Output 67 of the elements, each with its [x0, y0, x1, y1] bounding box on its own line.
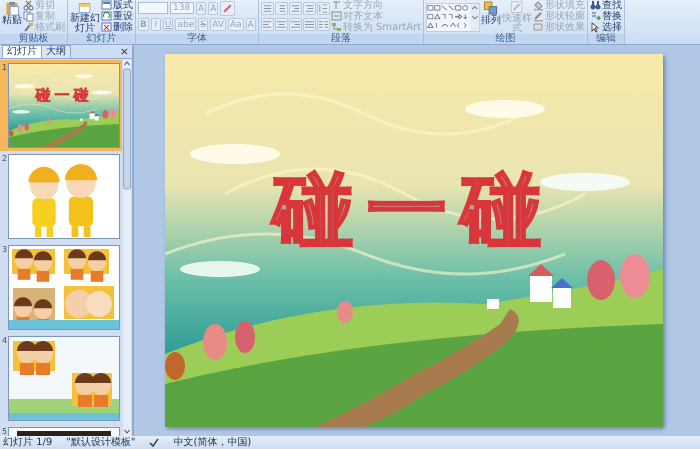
scrollbar[interactable]: [123, 59, 131, 436]
slide-number: 4: [2, 336, 8, 346]
slide-number: 1: [2, 63, 8, 73]
panel-tab[interactable]: 幻灯片: [2, 45, 42, 58]
scissors-icon: [23, 0, 34, 11]
shape-gallery[interactable]: [426, 1, 480, 34]
new-slide-icon: [77, 1, 93, 14]
layout-icon: [101, 0, 112, 11]
slide-thumbnail-row[interactable]: 2: [0, 151, 122, 242]
slide-thumbnail-row[interactable]: 5: [0, 424, 122, 436]
brush-icon: [23, 22, 34, 33]
group-label: 幻灯片: [68, 34, 135, 44]
bullet-list-icon[interactable]: [260, 2, 274, 15]
slide-thumbnail-row[interactable]: 3: [0, 242, 122, 333]
slide-number: 3: [2, 245, 8, 255]
ribbon-button[interactable]: 排列: [481, 0, 502, 34]
clear-format-icon[interactable]: [220, 0, 236, 16]
ribbon-button[interactable]: 版式: [101, 0, 133, 11]
close-button[interactable]: ×: [116, 46, 132, 58]
align-right-icon[interactable]: [288, 18, 302, 31]
group-label: 编辑: [588, 34, 624, 44]
align-text-icon: [330, 11, 342, 22]
delete-icon: [101, 22, 112, 33]
check-icon[interactable]: [149, 438, 160, 447]
ribbon-button[interactable]: 粘贴: [2, 0, 22, 34]
justify-icon[interactable]: [302, 18, 316, 31]
group-label: 绘图: [424, 34, 588, 44]
ribbon-button[interactable]: 删除: [101, 22, 133, 33]
theme-name: "默认设计模板": [66, 436, 136, 449]
replace-icon: [590, 11, 602, 22]
cursor-icon: [590, 22, 602, 33]
copy-icon: [23, 11, 34, 22]
group-label: 段落: [258, 34, 424, 44]
ribbon-button[interactable]: 新建幻灯片: [70, 0, 100, 34]
slide-thumbnail-row[interactable]: 1 碰一碰: [0, 60, 122, 151]
arrange-icon: [483, 1, 500, 16]
clipboard-icon: [4, 1, 20, 16]
font-name-field[interactable]: [138, 2, 168, 14]
pen-icon: [533, 11, 544, 22]
language-label[interactable]: 中文(简体，中国): [173, 436, 252, 449]
reset-icon: [101, 11, 112, 22]
paint-bucket-icon: [533, 0, 544, 11]
outdent-icon[interactable]: [288, 2, 302, 15]
line-spacing-icon[interactable]: [316, 2, 330, 15]
ribbon-button[interactable]: 替换: [590, 11, 622, 22]
slide-number: 5: [2, 427, 8, 436]
ribbon-button[interactable]: 选择: [590, 22, 622, 33]
binoculars-icon: [590, 0, 602, 11]
slide-counter: 幻灯片 1/9: [3, 436, 52, 449]
smartart-icon: [330, 22, 342, 33]
slide-thumbnail[interactable]: 碰一碰: [8, 63, 120, 148]
columns-icon[interactable]: [316, 18, 330, 31]
numbered-list-icon[interactable]: [274, 2, 288, 15]
text-direction-icon: [330, 0, 342, 11]
align-center-icon[interactable]: [274, 18, 288, 31]
slide-thumbnail-row[interactable]: 4: [0, 333, 122, 424]
shape-effects-icon: [533, 22, 544, 33]
quick-styles-icon: [509, 1, 526, 14]
indent-icon[interactable]: [302, 2, 316, 15]
align-left-icon[interactable]: [260, 18, 274, 31]
ribbon-button[interactable]: 重设: [101, 11, 133, 22]
group-label: 字体: [136, 34, 258, 44]
panel-tab[interactable]: 大纲: [41, 45, 71, 58]
ribbon-button[interactable]: 查找: [590, 0, 622, 11]
slide-title: 碰一碰: [34, 86, 94, 104]
slide-number: 2: [2, 154, 8, 164]
group-label: 剪贴板: [0, 34, 67, 44]
